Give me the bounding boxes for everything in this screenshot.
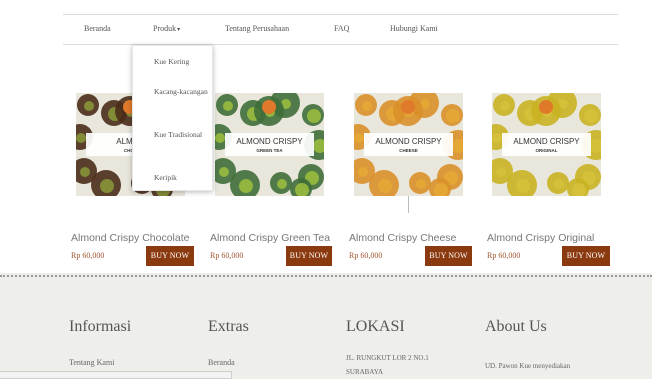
- product-image-original[interactable]: ALMOND CRISPY ORIGINAL: [492, 93, 601, 196]
- browser-status-bar: [0, 371, 232, 379]
- nav-item-produk-label: Produk: [153, 24, 177, 33]
- footer-address-line: SURABAYA: [346, 368, 384, 376]
- footer-divider: [0, 275, 652, 277]
- decorative-cookie-center: [219, 167, 229, 177]
- product-image-green-tea[interactable]: ALMOND CRISPY GREEN TEA: [215, 93, 324, 196]
- package-title: ALMOND CRISPY: [236, 137, 303, 146]
- product-name[interactable]: Almond Crispy Green Tea: [210, 232, 330, 244]
- package-title: ALMOND CRISPY: [513, 137, 580, 146]
- buy-now-button[interactable]: BUY NOW: [562, 246, 610, 266]
- product-image-original-art: ALMOND CRISPY ORIGINAL: [492, 93, 601, 196]
- package-flavor: GREEN TEA: [256, 148, 283, 153]
- product-price: Rp 60,000: [210, 251, 244, 260]
- product-price: Rp 60,000: [487, 251, 521, 260]
- dropdown-item-kue-tradisional[interactable]: Kue Tradisional: [154, 129, 210, 140]
- brand-logo: [539, 100, 553, 114]
- decorative-cookie-center: [76, 133, 86, 143]
- product-price: Rp 60,000: [349, 251, 383, 260]
- decorative-cookie-center: [223, 101, 233, 111]
- package-flavor: CHEESE: [399, 148, 418, 153]
- decorative-cookie-center: [378, 179, 392, 193]
- decorative-cookie-center: [80, 167, 90, 177]
- product-image-cheese-art: ALMOND CRISPY CHEESE: [354, 93, 463, 196]
- decorative-cookie-center: [446, 109, 460, 123]
- footer-heading-extras: Extras: [208, 318, 249, 335]
- product-name[interactable]: Almond Crispy Chocolate: [71, 232, 189, 244]
- decorative-cookie-center: [307, 109, 321, 123]
- buy-now-button[interactable]: BUY NOW: [425, 246, 472, 266]
- nav-item-hubungi-kami[interactable]: Hubungi Kami: [390, 24, 438, 33]
- decorative-cookie-center: [492, 133, 502, 143]
- decorative-cookie-center: [362, 101, 372, 111]
- product-name[interactable]: Almond Crispy Original: [487, 232, 594, 244]
- package-flavor: ORIGINAL: [536, 148, 558, 153]
- nav-item-tentang-perusahaan[interactable]: Tentang Perusahaan: [225, 24, 289, 33]
- dropdown-item-keripik[interactable]: Keripik: [154, 172, 210, 183]
- brand-logo: [262, 100, 276, 114]
- decorative-cookie-center: [239, 179, 253, 193]
- decorative-cookie-center: [554, 179, 564, 189]
- decorative-cookie-center: [516, 179, 530, 193]
- footer-link-beranda[interactable]: Beranda: [208, 358, 235, 367]
- package-title: ALMOND CRISPY: [375, 137, 442, 146]
- decorative-cookie-center: [496, 167, 506, 177]
- decorative-cookie-center: [84, 101, 94, 111]
- decorative-cookie-center: [584, 109, 598, 123]
- dropdown-item-kacang-kacangan[interactable]: Kacang-kacangan: [154, 86, 210, 97]
- brand-logo: [401, 100, 415, 114]
- produk-dropdown-menu: Kue Kering Kacang-kacangan Kue Tradision…: [132, 45, 213, 191]
- decorative-cookie-center: [358, 167, 368, 177]
- decorative-cookie-center: [215, 133, 225, 143]
- decorative-cookie-center: [100, 179, 114, 193]
- decorative-cookie-center: [354, 133, 364, 143]
- nav-item-produk[interactable]: Produk▾: [153, 24, 180, 33]
- nav-item-faq[interactable]: FAQ: [334, 24, 349, 33]
- footer-heading-about-us: About Us: [485, 318, 547, 335]
- buy-now-button[interactable]: BUY NOW: [146, 246, 194, 266]
- product-name[interactable]: Almond Crispy Cheese: [349, 232, 456, 244]
- divider-line: [408, 196, 409, 213]
- decorative-cookie-center: [500, 101, 510, 111]
- footer-about-text: UD. Pawon Kue menyediakan: [485, 362, 571, 370]
- buy-now-button[interactable]: BUY NOW: [286, 246, 332, 266]
- chevron-down-icon: ▾: [177, 27, 181, 33]
- nav-item-beranda[interactable]: Beranda: [84, 24, 111, 33]
- footer-address-line: JL. RUNGKUT LOR 2 NO.1: [346, 354, 429, 362]
- product-price: Rp 60,000: [71, 251, 105, 260]
- dropdown-item-kue-kering[interactable]: Kue Kering: [154, 56, 210, 67]
- main-navigation: Beranda Produk▾ Tentang Perusahaan FAQ H…: [63, 14, 618, 45]
- decorative-cookie-center: [277, 179, 287, 189]
- footer-heading-informasi: Informasi: [69, 318, 132, 335]
- decorative-cookie-center: [416, 179, 426, 189]
- product-image-green-tea-art: ALMOND CRISPY GREEN TEA: [215, 93, 324, 196]
- footer-heading-lokasi: LOKASI: [346, 318, 405, 335]
- product-image-cheese[interactable]: ALMOND CRISPY CHEESE: [354, 93, 463, 196]
- footer-link-tentang-kami[interactable]: Tentang Kami: [69, 358, 114, 367]
